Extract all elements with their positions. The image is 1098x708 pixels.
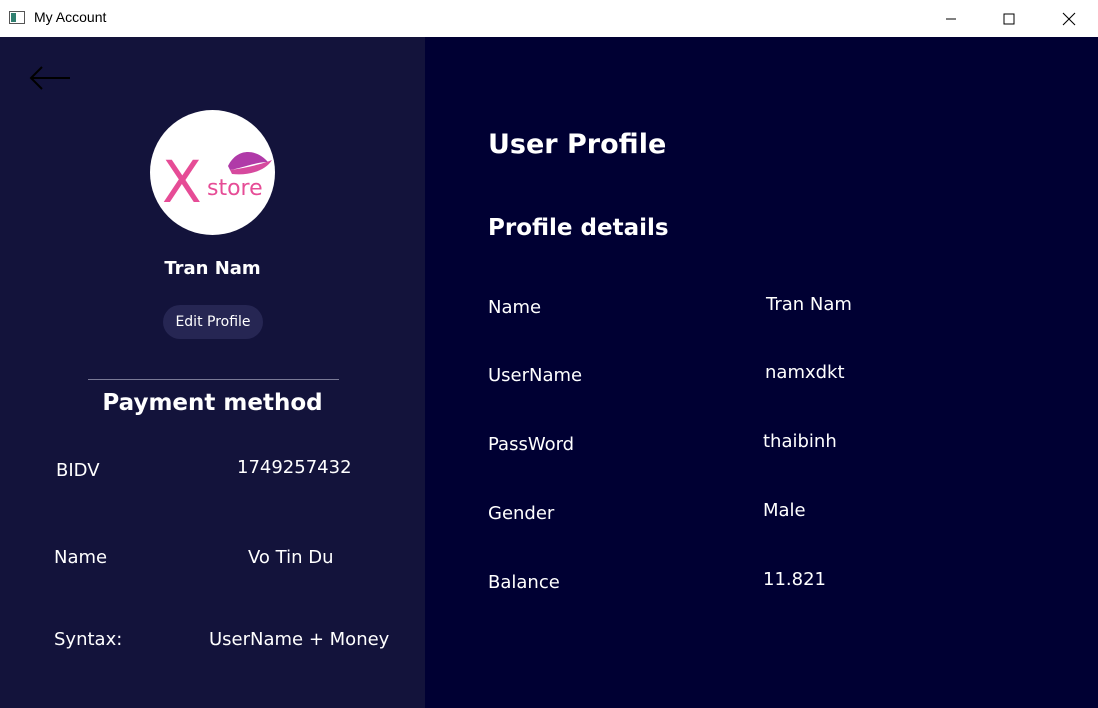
title-bar: My Account — [0, 0, 1098, 37]
arrow-left-icon — [29, 66, 70, 90]
minimize-icon — [946, 18, 956, 19]
sidebar-panel: X store Tran Nam Edit Profile Payment me… — [0, 37, 425, 708]
maximize-button[interactable] — [980, 0, 1038, 37]
maximize-icon — [1003, 13, 1015, 24]
field-gender-value: Male — [763, 500, 806, 521]
payment-account-name: Vo Tin Du — [248, 547, 334, 568]
window-title: My Account — [34, 9, 107, 25]
payment-account-number: 1749257432 — [237, 457, 352, 478]
app-window: My Account X store Tran Nam Edit Profile… — [0, 0, 1098, 708]
profile-panel: User Profile Profile details Name Tran N… — [425, 37, 1098, 708]
field-password-value: thaibinh — [763, 431, 837, 452]
field-balance-value: 11.821 — [763, 569, 826, 590]
minimize-button[interactable] — [922, 0, 980, 37]
back-button[interactable] — [28, 65, 74, 91]
field-password-label: PassWord — [488, 434, 575, 455]
xstore-logo: X store — [162, 148, 272, 216]
payment-syntax-label: Syntax: — [54, 629, 123, 650]
avatar: X store — [150, 110, 275, 235]
payment-bank-label: BIDV — [56, 460, 100, 481]
profile-name: Tran Nam — [164, 258, 261, 279]
section-title: Profile details — [488, 215, 669, 241]
close-button[interactable] — [1040, 0, 1098, 37]
logo-text: store — [207, 176, 263, 201]
payment-syntax-value: UserName + Money — [209, 629, 390, 650]
payment-method-title: Payment method — [102, 390, 323, 416]
close-icon — [1062, 12, 1076, 25]
field-name-value: Tran Nam — [766, 294, 852, 315]
edit-profile-button[interactable]: Edit Profile — [163, 305, 263, 339]
field-username-label: UserName — [488, 365, 583, 386]
payment-name-label: Name — [54, 547, 108, 568]
divider — [88, 379, 339, 380]
page-title: User Profile — [488, 129, 667, 160]
field-balance-label: Balance — [488, 572, 560, 593]
field-name-label: Name — [488, 297, 542, 318]
logo-letter: X — [162, 148, 202, 216]
app-icon — [9, 11, 25, 24]
field-gender-label: Gender — [488, 503, 555, 524]
field-username-value: namxdkt — [765, 362, 845, 383]
